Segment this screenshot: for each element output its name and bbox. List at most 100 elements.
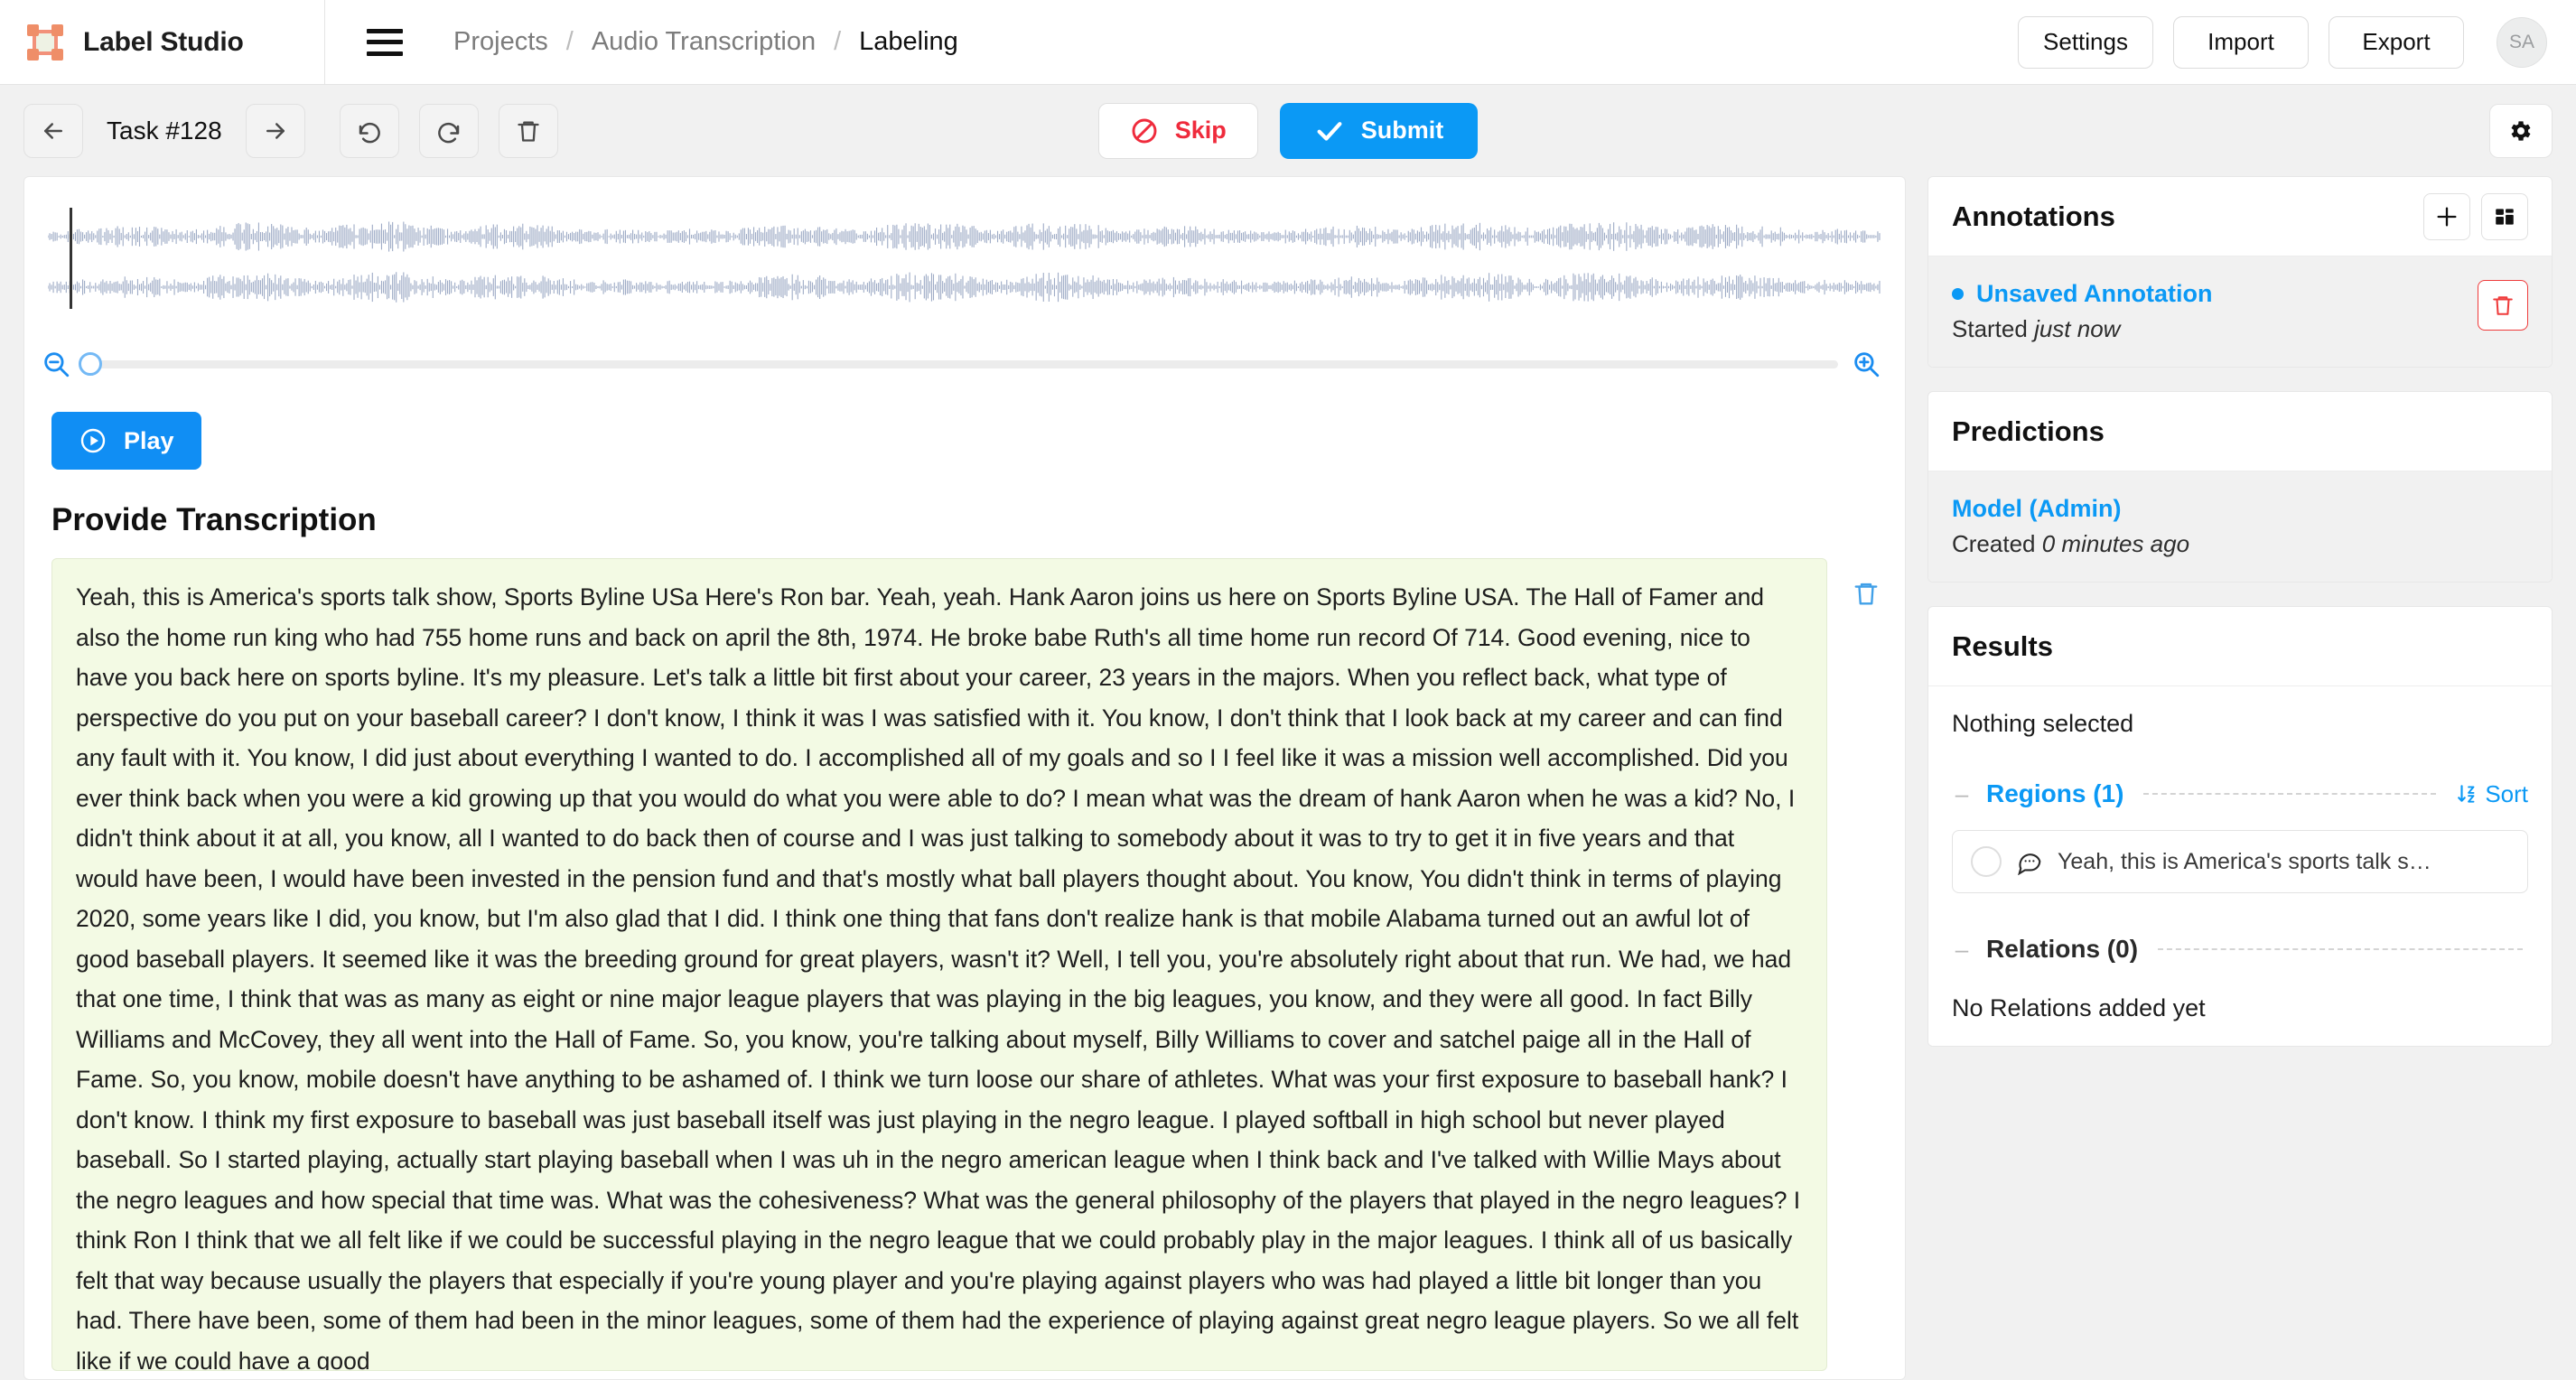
zoom-out-icon[interactable] <box>41 349 71 379</box>
labeling-settings-button[interactable] <box>2489 103 2553 158</box>
divider <box>2158 948 2523 950</box>
region-visibility-toggle[interactable] <box>1971 846 2002 877</box>
results-body: Nothing selected – Regions (1) Sort Yeah… <box>1928 686 2552 1046</box>
skip-button[interactable]: Skip <box>1097 102 1258 159</box>
plus-icon <box>2437 207 2457 226</box>
relations-collapse-toggle[interactable]: – <box>1952 936 1972 964</box>
zoom-slider[interactable] <box>79 352 1838 376</box>
redo-icon <box>437 122 459 143</box>
avatar[interactable]: SA <box>2497 16 2547 68</box>
annotations-grid-view-button[interactable] <box>2481 192 2528 240</box>
prev-task-button[interactable] <box>23 103 83 158</box>
add-annotation-button[interactable] <box>2423 192 2470 240</box>
region-item-text: Yeah, this is America's sports talk s… <box>2058 848 2431 874</box>
submit-button[interactable]: Submit <box>1279 102 1479 159</box>
annotation-status: Started just now <box>1952 315 2478 343</box>
annotation-status-time: just now <box>2034 315 2121 342</box>
brand-block: Label Studio <box>0 0 325 85</box>
relations-label[interactable]: Relations (0) <box>1986 935 2138 964</box>
speech-bubble-icon <box>2018 853 2041 875</box>
label-studio-logo-icon <box>27 23 63 61</box>
breadcrumb-item-labeling: Labeling <box>859 27 958 56</box>
annotation-status-prefix: Started <box>1952 315 2028 342</box>
prediction-status: Created 0 minutes ago <box>1952 530 2528 558</box>
prediction-list-item[interactable]: Model (Admin) Created 0 minutes ago <box>1952 495 2528 558</box>
reset-button[interactable] <box>498 103 558 158</box>
prohibited-icon <box>1132 118 1157 143</box>
redo-button[interactable] <box>418 103 479 158</box>
waveform-canvas[interactable] <box>48 208 1881 325</box>
predictions-header: Predictions <box>1928 392 2552 471</box>
delete-annotation-button[interactable] <box>2478 280 2528 331</box>
predictions-title: Predictions <box>1952 415 2105 447</box>
hamburger-menu-icon[interactable] <box>367 28 403 56</box>
import-button[interactable]: Import <box>2173 15 2309 69</box>
regions-collapse-toggle[interactable]: – <box>1952 780 1972 808</box>
app-header: Label Studio Projects / Audio Transcript… <box>0 0 2576 85</box>
sort-label: Sort <box>2485 779 2528 807</box>
breadcrumb-separator: / <box>565 27 574 56</box>
trash-icon <box>2493 296 2513 315</box>
results-panel: Results Nothing selected – Regions (1) S… <box>1927 606 2553 1047</box>
results-header: Results <box>1928 607 2552 686</box>
play-button[interactable]: Play <box>51 412 201 470</box>
playhead-cursor[interactable] <box>70 208 72 309</box>
audio-waveform[interactable] <box>24 177 1905 325</box>
skip-button-label: Skip <box>1174 117 1227 144</box>
nothing-selected-label: Nothing selected <box>1952 710 2134 737</box>
settings-button[interactable]: Settings <box>2018 15 2153 69</box>
annotation-name-label: Unsaved Annotation <box>1976 280 2213 307</box>
arrow-right-icon <box>266 122 285 139</box>
submit-button-label: Submit <box>1360 117 1444 144</box>
transcription-textarea[interactable]: Yeah, this is America's sports talk show… <box>51 558 1827 1371</box>
main-panel: Play Provide Transcription Yeah, this is… <box>23 176 1906 1380</box>
relations-group-header: – Relations (0) <box>1952 935 2528 964</box>
right-sidebar: Annotations Unsaved Annotation Started j… <box>1927 176 2553 1380</box>
sort-alpha-icon <box>2458 785 2475 803</box>
annotations-panel: Annotations Unsaved Annotation Started j… <box>1927 176 2553 368</box>
regions-group-header: – Regions (1) Sort <box>1952 779 2528 808</box>
zoom-controls <box>24 325 1905 379</box>
prediction-name[interactable]: Model (Admin) <box>1952 495 2528 523</box>
sort-regions-button[interactable]: Sort <box>2456 780 2528 808</box>
export-button[interactable]: Export <box>2329 15 2464 69</box>
annotation-name[interactable]: Unsaved Annotation <box>1952 280 2478 308</box>
region-list-item[interactable]: Yeah, this is America's sports talk s… <box>1952 830 2528 893</box>
zoom-slider-handle[interactable] <box>79 352 102 376</box>
grid-view-icon <box>2496 208 2514 225</box>
page-title: Provide Transcription <box>51 502 377 537</box>
play-button-label: Play <box>124 426 174 454</box>
breadcrumb: Projects / Audio Transcription / Labelin… <box>453 27 958 57</box>
labeling-toolbar: Task #128 Skip Submit <box>0 85 2576 176</box>
breadcrumb-separator: / <box>834 27 842 56</box>
results-title: Results <box>1952 629 2053 662</box>
delete-transcription-button[interactable] <box>1827 558 1905 607</box>
prediction-status-prefix: Created <box>1952 530 2036 557</box>
predictions-body: Model (Admin) Created 0 minutes ago <box>1928 471 2552 582</box>
predictions-panel: Predictions Model (Admin) Created 0 minu… <box>1927 391 2553 583</box>
gear-icon <box>2511 120 2531 141</box>
undo-icon <box>359 122 380 143</box>
prediction-status-time: 0 minutes ago <box>2041 530 2190 557</box>
task-id-label: Task #128 <box>107 116 222 145</box>
trash-icon <box>517 121 539 142</box>
zoom-in-icon[interactable] <box>1851 349 1881 379</box>
relations-empty-label: No Relations added yet <box>1952 994 2206 1021</box>
breadcrumb-item-projects[interactable]: Projects <box>453 27 548 57</box>
play-circle-icon <box>80 428 106 453</box>
header-actions: Settings Import Export SA <box>2018 15 2576 69</box>
annotations-title: Annotations <box>1952 200 2115 232</box>
undo-button[interactable] <box>339 103 399 158</box>
annotation-list-item[interactable]: Unsaved Annotation Started just now <box>1952 280 2528 343</box>
check-icon <box>1317 121 1342 141</box>
annotations-body: Unsaved Annotation Started just now <box>1928 256 2552 367</box>
regions-label[interactable]: Regions (1) <box>1986 779 2123 808</box>
brand-name: Label Studio <box>83 26 244 57</box>
next-task-button[interactable] <box>245 103 305 158</box>
trash-icon <box>1854 583 1878 605</box>
breadcrumb-item-project[interactable]: Audio Transcription <box>592 27 816 57</box>
workspace: Play Provide Transcription Yeah, this is… <box>0 176 2576 1380</box>
annotations-header: Annotations <box>1928 177 2552 256</box>
status-dot-icon <box>1952 288 1964 300</box>
transcription-row: Yeah, this is America's sports talk show… <box>24 538 1905 1371</box>
